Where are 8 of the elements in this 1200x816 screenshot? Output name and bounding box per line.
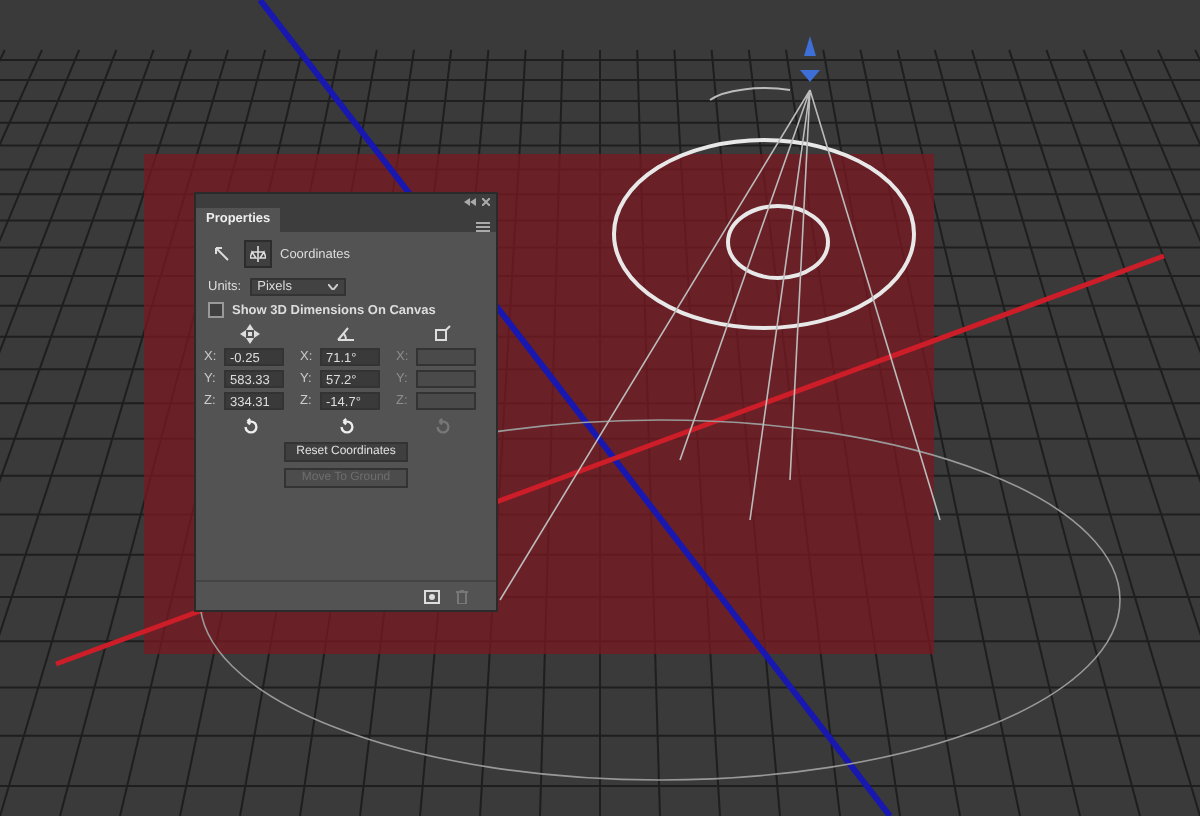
scale-icon [432, 324, 452, 344]
caret-icon [327, 284, 338, 290]
close-icon[interactable] [482, 197, 490, 205]
checkbox[interactable] [208, 302, 224, 318]
menu-icon[interactable] [476, 222, 490, 232]
angle-icon [336, 324, 356, 344]
camera-icon[interactable] [424, 589, 440, 603]
move-icon [240, 324, 260, 344]
